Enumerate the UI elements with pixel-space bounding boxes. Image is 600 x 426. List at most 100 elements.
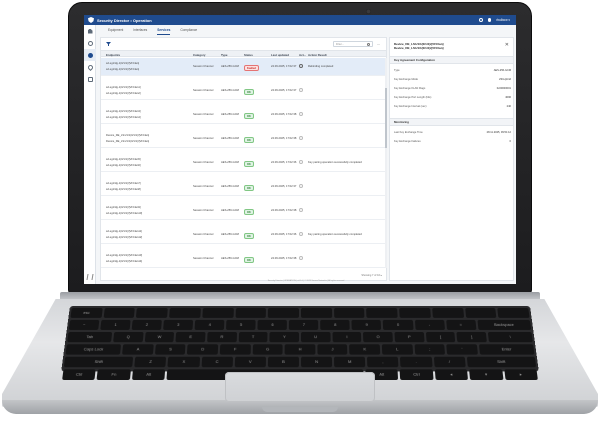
pagination-info[interactable]: Showing 7 of 16 ▸	[361, 274, 382, 277]
action-icon[interactable]	[299, 112, 303, 116]
keyboard-key[interactable]: M	[334, 357, 365, 368]
keyboard-key[interactable]	[202, 308, 233, 318]
keyboard-key[interactable]: Z	[135, 357, 167, 368]
column-header[interactable]: Action Result	[308, 53, 327, 57]
keyboard-key[interactable]: P	[394, 332, 424, 342]
keyboard-key[interactable]: Caps Lock	[65, 344, 121, 354]
keyboard-key[interactable]: esc	[70, 308, 102, 318]
close-icon[interactable]: ✕	[505, 42, 509, 48]
keyboard-key[interactable]: B	[268, 357, 299, 368]
table-row[interactable]: Device_DE_LS1/1/1(0/1/1)/[VFClan] Device_…	[101, 130, 386, 148]
keyboard-key[interactable]: S	[155, 344, 186, 354]
keyboard-key[interactable]	[367, 308, 398, 318]
action-icon[interactable]	[299, 64, 303, 68]
keyboard-key[interactable]	[498, 308, 530, 318]
keyboard-key[interactable]	[235, 308, 266, 318]
keyboard-key[interactable]: H	[285, 344, 315, 354]
keyboard-key[interactable]: ▾	[469, 369, 503, 380]
keyboard-key[interactable]: T	[238, 332, 267, 342]
keyboard-key[interactable]: Ctrl	[62, 369, 96, 380]
keyboard-key[interactable]: Shift	[64, 357, 134, 368]
keyboard-key[interactable]	[465, 308, 497, 318]
keyboard-key[interactable]: '	[446, 344, 477, 354]
keyboard-key[interactable]: Tab	[67, 332, 112, 342]
keyboard-key[interactable]: Q	[113, 332, 143, 342]
keyboard-key[interactable]: I	[332, 332, 361, 342]
table-row[interactable]: sd-sg1/dg-1(0/1/1)/[VFClan3] sd-sg1/dg-1(…	[101, 106, 386, 124]
keyboard-key[interactable]: Fn	[97, 369, 131, 380]
keyboard-key[interactable]: K	[350, 344, 381, 354]
keyboard-key[interactable]: R	[207, 332, 237, 342]
section-key-agreement[interactable]: Key Agreement Configuration	[390, 56, 513, 64]
keyboard-key[interactable]: 9	[352, 320, 382, 330]
keyboard-key[interactable]: A	[122, 344, 153, 354]
column-header[interactable]: Endpoints	[106, 53, 120, 57]
keyboard-key[interactable]: Ctrl	[400, 369, 433, 380]
user-menu[interactable]: rbulbow ▾	[496, 18, 510, 22]
nav-messages[interactable]	[84, 73, 96, 85]
keyboard-key[interactable]: 6	[258, 320, 288, 330]
table-row[interactable]: sd-sg1/dg-1(0/1/1)/[VFClan13] sd-sg1/dg-1…	[101, 250, 386, 268]
keyboard-key[interactable]	[334, 308, 365, 318]
keyboard-key[interactable]: W	[144, 332, 174, 342]
table-row[interactable]: sd-sg1/dg-1(0/1/1)/[VFClan5] sd-sg1/dg-1(…	[101, 154, 386, 172]
keyboard-key[interactable]	[103, 308, 135, 318]
search-input[interactable]: Filter...	[333, 41, 373, 47]
more-options-icon[interactable]: ⋯	[377, 42, 380, 46]
keyboard-key[interactable]	[301, 308, 332, 318]
scrollbar-thumb[interactable]	[385, 88, 387, 148]
action-icon[interactable]	[299, 160, 303, 164]
keyboard-key[interactable]: [	[426, 332, 456, 342]
keyboard-key[interactable]: V	[234, 357, 265, 368]
keyboard-key[interactable]: \	[488, 332, 533, 342]
action-icon[interactable]	[299, 136, 303, 140]
keyboard-key[interactable]: Y	[270, 332, 299, 342]
keyboard-key[interactable]: U	[301, 332, 330, 342]
tab-services[interactable]: Services	[157, 28, 170, 35]
keyboard-key[interactable]: X	[168, 357, 200, 368]
keyboard-key[interactable]: G	[252, 344, 283, 354]
column-header[interactable]: Status	[244, 53, 253, 57]
keyboard-key[interactable]	[268, 308, 299, 318]
keyboard-key[interactable]: ◂	[435, 369, 469, 380]
action-icon[interactable]	[299, 256, 303, 260]
keyboard-key[interactable]: F	[220, 344, 251, 354]
keyboard-key[interactable]: ▸	[504, 369, 538, 380]
keyboard-key[interactable]: 1	[100, 320, 130, 330]
table-row[interactable]: sd-sg1/dg-1(0/1/1)/[VFClan7] sd-sg1/dg-1(…	[101, 178, 386, 196]
keyboard-key[interactable]: 4	[195, 320, 225, 330]
keyboard-key[interactable]: ]	[457, 332, 487, 342]
keyboard-key[interactable]: J	[317, 344, 348, 354]
keyboard-key[interactable]: 2	[132, 320, 162, 330]
tab-interfaces[interactable]: Interfaces	[133, 28, 147, 35]
keyboard-key[interactable]	[399, 308, 431, 318]
tab-compliance[interactable]: Compliance	[180, 28, 197, 35]
filter-icon[interactable]	[106, 42, 111, 46]
keyboard-key[interactable]: 8	[321, 320, 351, 330]
keyboard-key[interactable]: /	[433, 357, 465, 368]
keyboard-key[interactable]: Alt	[132, 369, 166, 380]
action-icon[interactable]	[299, 208, 303, 212]
keyboard-key[interactable]: O	[363, 332, 393, 342]
keyboard-key[interactable]: E	[176, 332, 206, 342]
section-monitoring[interactable]: Monitoring	[390, 118, 513, 126]
keyboard-key[interactable]: Backspace	[477, 320, 531, 330]
keyboard-key[interactable]: Enter	[479, 344, 535, 354]
table-row[interactable]: sd-sg1/dg-1(0/1/1)/[VFClan9] sd-sg1/dg-1(…	[101, 202, 386, 220]
table-row[interactable]: sd-sg1/dg-1(0/1/1)/[VFClan] sd-sg1/dg-1(0…	[101, 58, 386, 76]
keyboard-key[interactable]: C	[201, 357, 233, 368]
keyboard-key[interactable]: 5	[226, 320, 256, 330]
tab-equipment[interactable]: Equipment	[108, 28, 123, 35]
action-icon[interactable]	[299, 184, 303, 188]
keyboard-key[interactable]: ;	[414, 344, 445, 354]
keyboard-key[interactable]: ~	[69, 320, 100, 330]
keyboard-key[interactable]: ,	[367, 357, 399, 368]
keyboard-key[interactable]	[169, 308, 201, 318]
keyboard-key[interactable]: =	[446, 320, 476, 330]
keyboard-key[interactable]: 0	[383, 320, 413, 330]
keyboard-key[interactable]: Shift	[467, 357, 537, 368]
column-header[interactable]: Last updated	[271, 53, 289, 57]
nav-cloud[interactable]	[84, 37, 96, 49]
keyboard-key[interactable]: N	[301, 357, 332, 368]
keyboard-key[interactable]: D	[187, 344, 218, 354]
